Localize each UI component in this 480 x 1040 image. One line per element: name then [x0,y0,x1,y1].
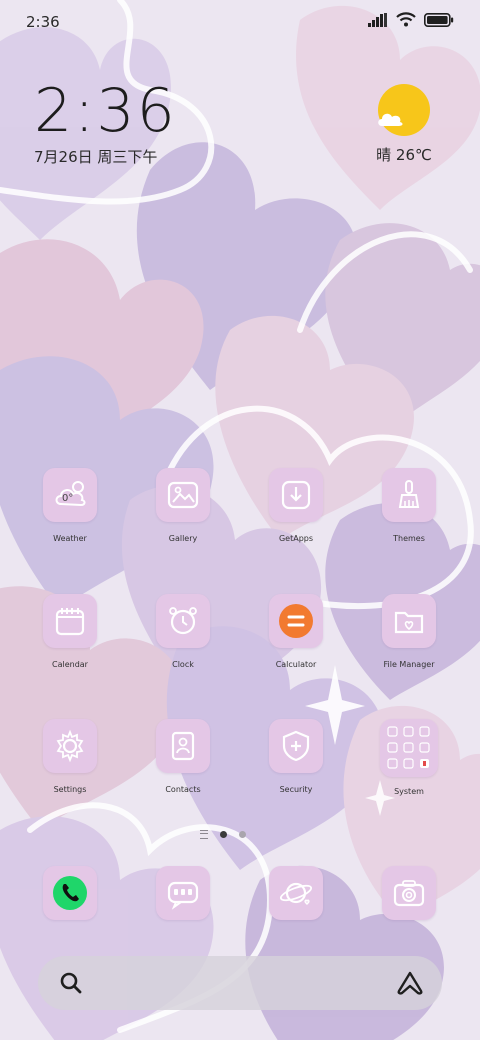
search-bar[interactable] [38,956,442,1010]
messages-icon [156,866,210,920]
app-contacts[interactable]: Contacts [138,719,228,794]
weather-icon: 0° [43,468,97,522]
signal-icon [368,12,387,27]
app-gallery[interactable]: Gallery [138,468,228,543]
app-label: GetApps [278,534,314,543]
page-dot [239,831,246,838]
menu-lines-icon [200,830,208,839]
dock-camera[interactable] [364,866,454,920]
status-bar: 2:36 [0,0,480,42]
app-settings[interactable]: Settings [25,719,115,794]
app-label: Contacts [165,785,201,794]
dock-phone[interactable] [25,866,115,920]
clock-widget-time: 2:36 [34,76,177,146]
app-label: Security [279,785,313,794]
security-icon [269,719,323,773]
settings-icon [43,719,97,773]
dock-browser[interactable] [251,866,341,920]
app-file-manager[interactable]: File Manager [364,594,454,669]
app-system-folder[interactable]: System [364,719,454,796]
app-getapps[interactable]: GetApps [251,468,341,543]
dock-messages[interactable] [138,866,228,920]
wifi-icon [396,12,416,27]
contacts-icon [156,719,210,773]
app-security[interactable]: Security [251,719,341,794]
clock-widget-date: 7月26日 周三下午 [34,148,158,166]
page-indicator[interactable] [200,830,246,839]
app-label: Settings [53,785,87,794]
app-calculator[interactable]: Calculator [251,594,341,669]
themes-icon [382,468,436,522]
app-label: Themes [393,534,425,543]
system-folder-icon [380,719,438,777]
app-themes[interactable]: Themes [364,468,454,543]
file-manager-icon [382,594,436,648]
app-calendar[interactable]: Calendar [25,594,115,669]
app-label: Weather [53,534,87,543]
app-label: File Manager [383,660,435,669]
search-icon[interactable] [58,970,84,996]
getapps-icon [269,468,323,522]
calendar-icon [43,594,97,648]
status-time: 2:36 [26,13,60,31]
app-label: Clock [172,660,194,669]
clock-widget[interactable]: 2:36 7月26日 周三下午 [34,80,177,167]
sun-cloud-icon [378,84,430,136]
browser-icon [269,866,323,920]
app-label: Calculator [275,660,317,669]
assistant-icon[interactable] [396,970,424,996]
svg-text:0°: 0° [62,493,73,504]
weather-widget[interactable]: 晴 26℃ [364,84,444,165]
phone-icon [43,866,97,920]
weather-widget-text: 晴 26℃ [376,146,432,164]
calculator-icon [269,594,323,648]
app-label: Gallery [168,534,198,543]
app-clock[interactable]: Clock [138,594,228,669]
clock-icon [156,594,210,648]
battery-icon [424,12,454,27]
gallery-icon [156,468,210,522]
app-label: System [394,787,424,796]
app-label: Calendar [52,660,88,669]
app-weather[interactable]: 0° Weather [25,468,115,543]
page-dot-active [220,831,227,838]
camera-icon [382,866,436,920]
